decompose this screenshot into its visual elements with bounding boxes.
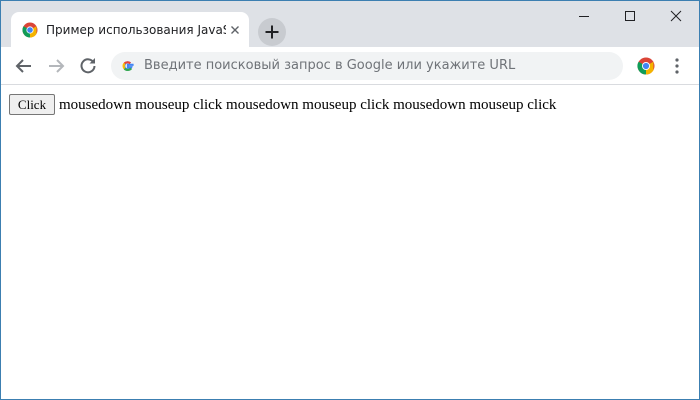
maximize-button[interactable] bbox=[607, 1, 653, 31]
new-tab-button[interactable] bbox=[258, 18, 286, 46]
back-button[interactable] bbox=[12, 54, 36, 78]
reload-button[interactable] bbox=[76, 54, 100, 78]
reload-icon bbox=[80, 58, 96, 74]
google-g-icon bbox=[122, 61, 134, 72]
arrow-right-icon bbox=[49, 59, 65, 73]
chrome-logo-icon bbox=[22, 22, 38, 38]
chrome-logo-icon[interactable] bbox=[637, 57, 655, 75]
minimize-button[interactable] bbox=[561, 1, 607, 31]
maximize-icon bbox=[625, 11, 635, 21]
browser-window: Пример использования JavaScript bbox=[0, 0, 700, 400]
tab-title: Пример использования JavaScript bbox=[46, 23, 226, 37]
page-content: Click mousedown mouseup click mousedown … bbox=[1, 86, 699, 399]
close-icon[interactable] bbox=[228, 23, 242, 37]
window-close-icon bbox=[670, 10, 682, 22]
arrow-left-icon bbox=[15, 59, 31, 73]
tab-strip: Пример использования JavaScript bbox=[1, 1, 699, 47]
forward-button[interactable] bbox=[44, 54, 68, 78]
address-bar[interactable]: Введите поисковый запрос в Google или ук… bbox=[111, 52, 623, 80]
click-button[interactable]: Click bbox=[9, 94, 55, 115]
more-vertical-icon[interactable] bbox=[671, 56, 683, 76]
minimize-icon bbox=[579, 16, 589, 17]
browser-toolbar: Введите поисковый запрос в Google или ук… bbox=[1, 47, 699, 85]
address-bar-placeholder: Введите поисковый запрос в Google или ук… bbox=[144, 58, 516, 73]
plus-icon bbox=[265, 25, 279, 39]
event-log-text: mousedown mouseup click mousedown mouseu… bbox=[59, 97, 557, 113]
window-close-button[interactable] bbox=[653, 1, 699, 31]
tab-active[interactable]: Пример использования JavaScript bbox=[11, 12, 249, 47]
